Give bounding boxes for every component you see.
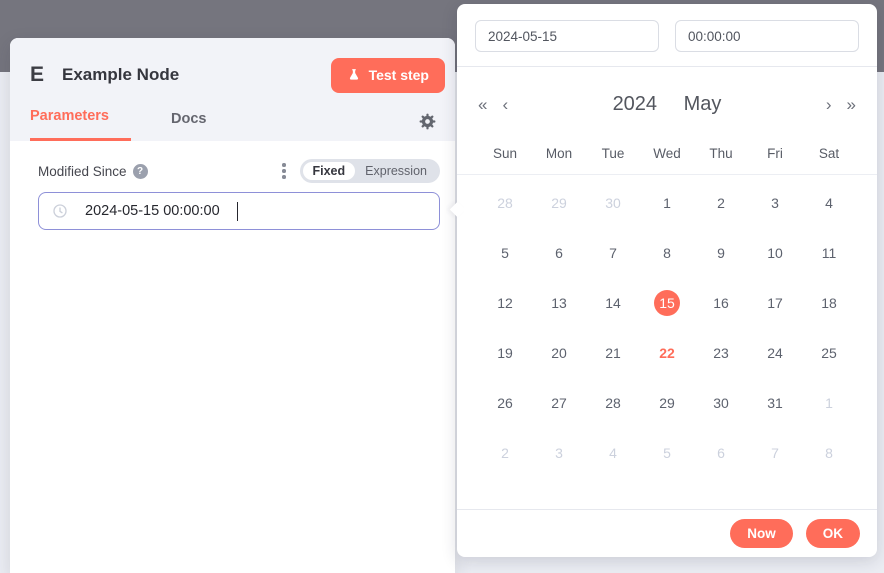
calendar-day[interactable]: 5: [492, 240, 518, 266]
tab-docs[interactable]: Docs: [157, 109, 226, 141]
calendar-day[interactable]: 2: [708, 190, 734, 216]
calendar-day[interactable]: 17: [762, 290, 788, 316]
calendar-day[interactable]: 13: [546, 290, 572, 316]
calendar-day[interactable]: 6: [546, 240, 572, 266]
calendar-day[interactable]: 3: [546, 440, 572, 466]
toggle-expression[interactable]: Expression: [355, 162, 437, 180]
calendar-navigation: « ‹ 2024 May › »: [457, 67, 877, 116]
calendar-day[interactable]: 18: [816, 290, 842, 316]
calendar-day[interactable]: 10: [762, 240, 788, 266]
next-year-button[interactable]: »: [847, 96, 856, 113]
calendar-day[interactable]: 4: [600, 440, 626, 466]
day-header: Tue: [586, 146, 640, 161]
day-header: Wed: [640, 146, 694, 161]
clock-icon: [52, 203, 68, 219]
calendar-day[interactable]: 30: [708, 390, 734, 416]
calendar-day[interactable]: 7: [600, 240, 626, 266]
calendar-day[interactable]: 14: [600, 290, 626, 316]
modified-since-value: 2024-05-15 00:00:00: [85, 203, 220, 219]
parameter-options-kebab-icon[interactable]: [280, 161, 288, 181]
node-title: Example Node: [62, 65, 331, 85]
year-label[interactable]: 2024: [613, 93, 658, 115]
picker-footer: Now OK: [457, 509, 877, 557]
calendar-day[interactable]: 19: [492, 340, 518, 366]
calendar-day[interactable]: 16: [708, 290, 734, 316]
datetime-picker-popup: « ‹ 2024 May › » SunMonTueWedThuFriSat 2…: [457, 4, 877, 557]
day-header: Thu: [694, 146, 748, 161]
picker-time-input[interactable]: [675, 20, 859, 52]
calendar-day[interactable]: 11: [816, 240, 842, 266]
modified-since-input[interactable]: 2024-05-15 00:00:00: [38, 192, 440, 230]
next-month-button[interactable]: ›: [826, 96, 832, 113]
test-step-label: Test step: [369, 67, 429, 83]
now-button[interactable]: Now: [730, 519, 793, 548]
parameter-label: Modified Since: [38, 164, 127, 179]
node-detail-panel: E Example Node Test step Parameters Docs: [10, 38, 455, 573]
day-header: Fri: [748, 146, 802, 161]
calendar-day[interactable]: 23: [708, 340, 734, 366]
day-header: Sun: [478, 146, 532, 161]
calendar-day[interactable]: 24: [762, 340, 788, 366]
month-label[interactable]: May: [684, 93, 722, 115]
calendar-day[interactable]: 25: [816, 340, 842, 366]
toggle-fixed[interactable]: Fixed: [303, 162, 356, 180]
calendar-day[interactable]: 26: [492, 390, 518, 416]
calendar-day[interactable]: 1: [654, 190, 680, 216]
calendar-day[interactable]: 28: [492, 190, 518, 216]
calendar-day[interactable]: 29: [546, 190, 572, 216]
tab-parameters[interactable]: Parameters: [30, 106, 131, 141]
calendar-day[interactable]: 12: [492, 290, 518, 316]
fixed-expression-toggle: Fixed Expression: [300, 159, 441, 183]
calendar-day[interactable]: 8: [654, 240, 680, 266]
picker-inputs-row: [457, 4, 877, 67]
picker-date-input[interactable]: [475, 20, 659, 52]
node-icon: E: [30, 63, 44, 87]
calendar-day[interactable]: 20: [546, 340, 572, 366]
calendar-day[interactable]: 30: [600, 190, 626, 216]
day-header: Mon: [532, 146, 586, 161]
calendar-day[interactable]: 8: [816, 440, 842, 466]
day-header-row: SunMonTueWedThuFriSat: [457, 146, 877, 175]
calendar-day[interactable]: 7: [762, 440, 788, 466]
calendar-day[interactable]: 29: [654, 390, 680, 416]
text-cursor: [237, 202, 239, 221]
day-header: Sat: [802, 146, 856, 161]
flask-icon: [347, 68, 361, 82]
calendar-day[interactable]: 2: [492, 440, 518, 466]
calendar-day[interactable]: 3: [762, 190, 788, 216]
calendar-day[interactable]: 6: [708, 440, 734, 466]
calendar-day[interactable]: 4: [816, 190, 842, 216]
calendar-day[interactable]: 31: [762, 390, 788, 416]
calendar-day[interactable]: 1: [816, 390, 842, 416]
calendar-grid: 2829301234567891011121314151617181920212…: [457, 178, 877, 478]
calendar-day[interactable]: 9: [708, 240, 734, 266]
calendar-day[interactable]: 28: [600, 390, 626, 416]
test-step-button[interactable]: Test step: [331, 58, 445, 93]
calendar-day-selected[interactable]: 15: [654, 290, 680, 316]
parameters-body: Modified Since ? Fixed Expression 2024-0…: [10, 141, 455, 230]
node-panel-header: E Example Node Test step Parameters Docs: [10, 38, 455, 141]
calendar-day[interactable]: 27: [546, 390, 572, 416]
settings-gear-icon[interactable]: [418, 112, 437, 131]
calendar-day[interactable]: 5: [654, 440, 680, 466]
calendar-day-today[interactable]: 22: [654, 340, 680, 366]
ok-button[interactable]: OK: [806, 519, 860, 548]
prev-year-button[interactable]: «: [478, 96, 487, 113]
help-icon[interactable]: ?: [133, 164, 148, 179]
calendar-day[interactable]: 21: [600, 340, 626, 366]
